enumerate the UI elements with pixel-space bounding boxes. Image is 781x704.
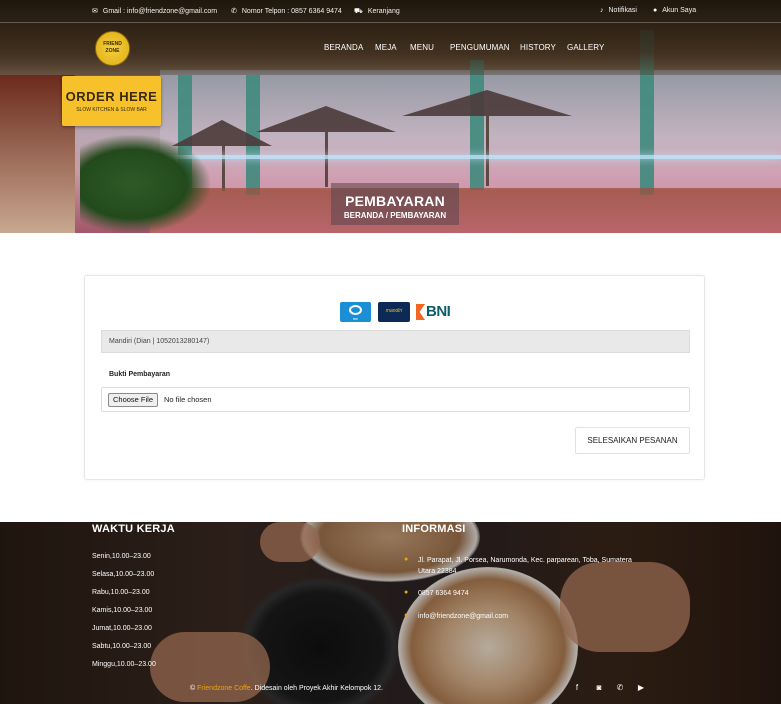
- hero-plant: [80, 135, 210, 233]
- topbar-phone-text: Nomor Telpon : 0857 6364 9474: [241, 8, 342, 15]
- address-line1: Jl. Parapat, Jl. Porsea, Narumonda, Kec.…: [418, 557, 632, 564]
- bri-logo-ring: [349, 305, 362, 315]
- location-icon: ●: [404, 556, 409, 563]
- hours-monday: Senin,10.00–23.00: [92, 553, 151, 560]
- file-status: No file chosen: [164, 395, 212, 404]
- copyright-symbol: ©: [190, 685, 196, 692]
- nav-history[interactable]: HISTORY: [520, 43, 556, 52]
- mail-icon: ●: [404, 612, 409, 619]
- nav-menu[interactable]: MENU: [410, 43, 434, 52]
- hours-wednesday: Rabu,10.00–23.00: [92, 589, 150, 596]
- mandiri-logo-icon[interactable]: mandiri: [378, 302, 410, 322]
- topbar-notification-text: Notifikasi: [608, 7, 637, 14]
- phone-icon: ✆: [231, 8, 237, 15]
- bri-logo-text: BRI: [352, 317, 358, 321]
- footer: WAKTU KERJA Senin,10.00–23.00 Selasa,10.…: [0, 522, 781, 704]
- bell-icon: ♪: [600, 7, 604, 14]
- copyright-brand-link[interactable]: Friendzone Coffe: [197, 685, 251, 692]
- footer-phone: 0857 6364 9474: [418, 590, 469, 597]
- page-title: PEMBAYARAN: [345, 193, 445, 209]
- copyright-text: . Didesain oleh Proyek Akhir Kelompok 12…: [250, 685, 383, 692]
- logo-line2: ZONE: [105, 48, 120, 54]
- breadcrumb: BERANDA / PEMBAYARAN: [343, 211, 447, 220]
- copyright: © Friendzone Coffe. Didesain oleh Proyek…: [190, 685, 383, 692]
- finish-order-button[interactable]: SELESAIKAN PESANAN: [575, 427, 690, 454]
- topbar-account-link[interactable]: ● Akun Saya: [653, 7, 696, 14]
- hours-title: WAKTU KERJA: [92, 523, 175, 535]
- bni-logo-icon[interactable]: BNI: [416, 302, 451, 322]
- order-sign-title: ORDER HERE: [65, 89, 158, 104]
- bni-logo-mark: [416, 304, 425, 320]
- payment-proof-file-input[interactable]: Choose File No file chosen: [101, 387, 690, 412]
- hero-neon-light: [160, 155, 781, 159]
- facebook-icon[interactable]: f: [572, 683, 582, 693]
- hero-pole: [325, 132, 328, 187]
- nav-pengumuman[interactable]: PENGUMUMAN: [450, 43, 510, 52]
- whatsapp-icon[interactable]: ✆: [615, 683, 625, 693]
- hero-pole: [222, 146, 225, 191]
- hero-banner: ORDER HERE SLOW KITCHEN & SLOW BAR ✉ Gmai…: [0, 0, 781, 233]
- page-title-banner: PEMBAYARAN BERANDA / PEMBAYARAN: [331, 183, 459, 225]
- nav-gallery[interactable]: GALLERY: [567, 43, 604, 52]
- topbar-cart-text: Keranjang: [367, 8, 400, 15]
- order-here-sign: ORDER HERE SLOW KITCHEN & SLOW BAR: [62, 76, 161, 126]
- nav-beranda[interactable]: BERANDA: [324, 43, 363, 52]
- footer-address: Jl. Parapat, Jl. Porsea, Narumonda, Kec.…: [418, 555, 632, 577]
- bni-logo-text: BNI: [426, 303, 451, 320]
- hours-friday: Jumat,10.00–23.00: [92, 625, 152, 632]
- bank-account-display: Mandiri (Dian | 1052013280147): [101, 330, 690, 353]
- hero-pillar: [470, 60, 484, 190]
- logo-line1: FRIEND: [103, 41, 122, 47]
- cart-icon: ⛟: [354, 8, 363, 15]
- nav-meja[interactable]: MEJA: [375, 43, 397, 52]
- hours-thursday: Kamis,10.00–23.00: [92, 607, 153, 614]
- hero-deck: [150, 188, 781, 233]
- instagram-icon[interactable]: ◙: [594, 683, 604, 693]
- footer-email[interactable]: info@friendzone@gmail.com: [418, 611, 508, 622]
- order-sign-subtitle: SLOW KITCHEN & SLOW BAR: [76, 107, 147, 113]
- proof-label: Bukti Pembayaran: [109, 371, 171, 378]
- hero-pole: [486, 116, 489, 186]
- topbar-account-text: Akun Saya: [662, 7, 697, 14]
- mandiri-logo-text: mandiri: [385, 308, 403, 314]
- info-title: INFORMASI: [402, 523, 466, 535]
- topbar-email: ✉ Gmail : info@friendzone@gmail.com: [92, 7, 217, 15]
- address-line2: Utara 22384: [418, 568, 457, 575]
- payment-card: BRI mandiri BNI Mandiri (Dian | 10520132…: [84, 275, 705, 480]
- topbar-email-text: Gmail : info@friendzone@gmail.com: [102, 8, 218, 15]
- hours-sunday: Minggu,10.00–23.00: [92, 661, 156, 668]
- mail-icon: ✉: [92, 8, 98, 15]
- youtube-icon[interactable]: ▶: [636, 683, 646, 693]
- user-icon: ●: [653, 7, 658, 14]
- phone-icon: ●: [404, 589, 409, 596]
- topbar-phone: ✆ Nomor Telpon : 0857 6364 9474: [231, 7, 342, 15]
- site-logo[interactable]: FRIEND ZONE: [95, 31, 130, 66]
- topbar-cart-link[interactable]: ⛟ Keranjang: [354, 7, 400, 16]
- hours-saturday: Sabtu,10.00–23.00: [92, 643, 152, 650]
- hours-tuesday: Selasa,10.00–23.00: [92, 571, 155, 578]
- choose-file-button[interactable]: Choose File: [108, 393, 158, 407]
- topbar: ✉ Gmail : info@friendzone@gmail.com ✆ Nomo…: [0, 0, 781, 23]
- topbar-notification-link[interactable]: ♪ Notifikasi: [600, 7, 637, 14]
- bri-logo-icon[interactable]: BRI: [340, 302, 371, 322]
